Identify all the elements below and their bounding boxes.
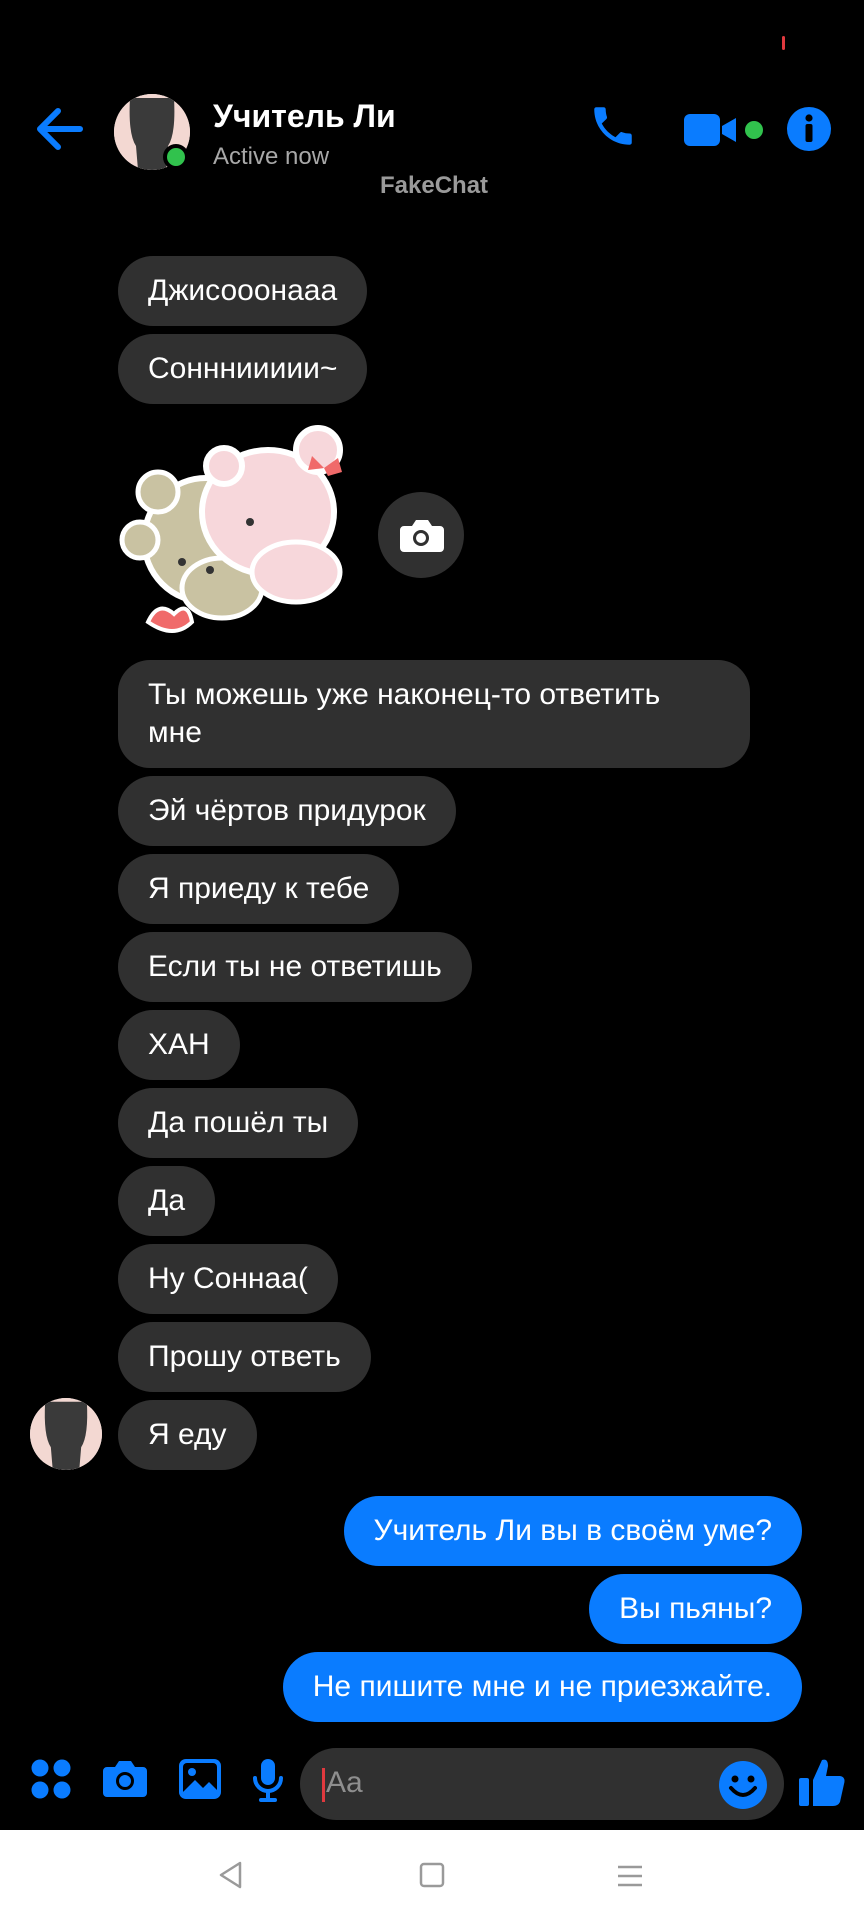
status-indicator <box>782 36 785 50</box>
info-button[interactable] <box>786 106 832 157</box>
video-icon <box>684 114 763 146</box>
emoji-button[interactable] <box>718 1760 768 1815</box>
back-arrow-icon <box>37 108 83 150</box>
message-input-placeholder: Aa <box>326 1766 363 1799</box>
nav-back-button[interactable] <box>216 1860 246 1895</box>
thumbs-up-icon <box>799 1759 845 1806</box>
camera-button[interactable] <box>102 1758 148 1805</box>
outgoing-message[interactable]: Вы пьяны? <box>589 1574 802 1644</box>
camera-icon <box>103 1761 147 1797</box>
video-call-button[interactable] <box>684 112 766 153</box>
apps-button[interactable] <box>30 1758 72 1805</box>
nav-home-button[interactable] <box>418 1861 446 1894</box>
incoming-message[interactable]: Да <box>118 1166 216 1236</box>
avatar-silhouette-icon <box>30 1398 102 1470</box>
sticker-image[interactable] <box>118 412 368 648</box>
gallery-icon <box>179 1759 221 1799</box>
outgoing-message[interactable]: Не пишите мне и не приезжайте. <box>282 1652 802 1722</box>
incoming-message[interactable]: Эй чёртов придурок <box>118 776 456 846</box>
voice-call-button[interactable] <box>588 100 638 157</box>
mic-icon <box>253 1759 283 1802</box>
nav-home-icon <box>419 1862 445 1888</box>
outgoing-message[interactable]: Учитель Ли вы в своём уме? <box>343 1496 802 1566</box>
sender-avatar[interactable] <box>30 1398 102 1470</box>
camera-icon <box>400 520 444 552</box>
incoming-message[interactable]: ХАН <box>118 1010 240 1080</box>
voice-message-button[interactable] <box>252 1758 284 1807</box>
message-input[interactable] <box>300 1748 784 1820</box>
incoming-message[interactable]: Да пошёл ты <box>118 1088 359 1158</box>
info-icon <box>787 107 831 151</box>
bear-hug-sticker-icon <box>119 425 343 633</box>
watermark: FakeChat <box>380 172 489 199</box>
text-cursor <box>322 1768 325 1802</box>
like-button[interactable] <box>798 1756 846 1813</box>
incoming-message[interactable]: Если ты не ответишь <box>118 932 472 1002</box>
contact-name[interactable]: Учитель Ли <box>213 98 396 135</box>
apps-icon <box>31 1759 71 1799</box>
incoming-message[interactable]: Ну Соннаа( <box>118 1244 338 1314</box>
incoming-message[interactable]: Я еду <box>118 1400 257 1470</box>
camera-reply-button[interactable] <box>378 492 464 578</box>
nav-back-icon <box>219 1861 242 1889</box>
back-button[interactable] <box>36 106 92 156</box>
nav-menu-button[interactable] <box>616 1864 644 1893</box>
system-nav-bar <box>0 1830 864 1920</box>
nav-menu-icon <box>618 1865 642 1887</box>
emoji-icon <box>719 1761 767 1809</box>
incoming-message[interactable]: Соннниииии~ <box>118 334 368 404</box>
gallery-button[interactable] <box>178 1758 222 1805</box>
phone-icon <box>594 107 632 145</box>
incoming-message[interactable]: Прошу ответь <box>118 1322 371 1392</box>
contact-status: Active now <box>213 143 330 170</box>
incoming-message[interactable]: Я приеду к тебе <box>118 854 400 924</box>
online-indicator <box>163 144 189 170</box>
incoming-message[interactable]: Ты можешь уже наконец-то ответить мне <box>118 660 750 768</box>
incoming-message[interactable]: Джисооонааа <box>118 256 368 326</box>
